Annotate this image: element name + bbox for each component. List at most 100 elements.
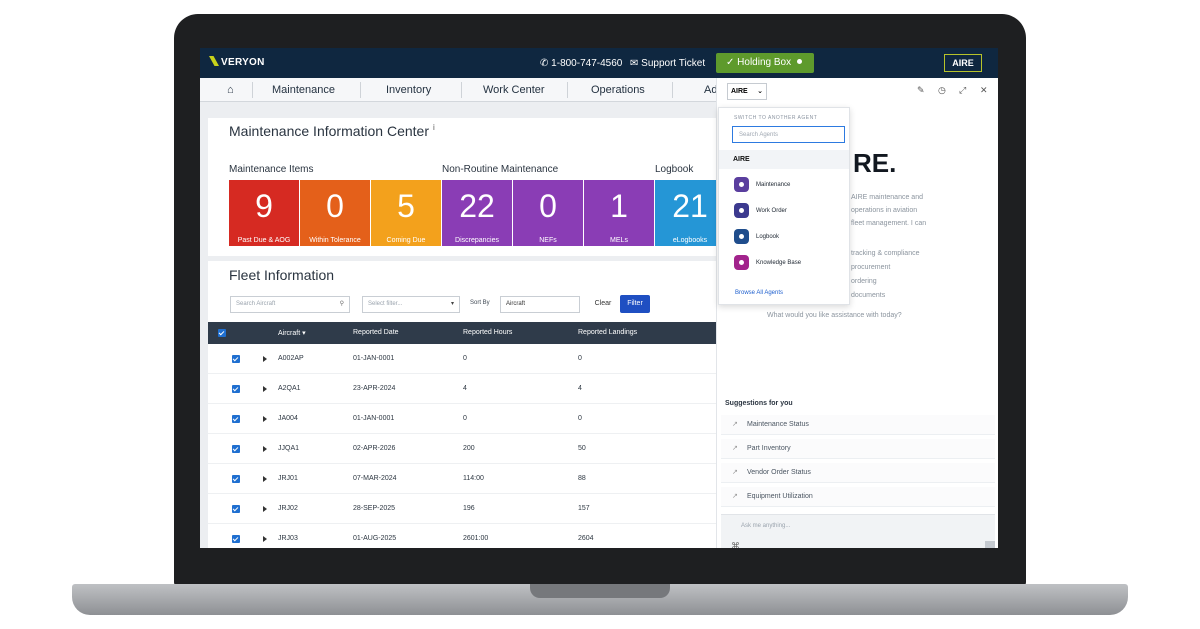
table-row[interactable]: JJQA1 02-APR-2026 200 50 — [208, 434, 720, 464]
agent-item-logbook[interactable]: Logbook — [734, 229, 779, 244]
table-row[interactable]: A002AP 01-JAN-0001 0 0 — [208, 344, 720, 374]
close-icon[interactable]: ✕ — [980, 85, 988, 96]
dropdown-header: SWITCH TO ANOTHER AGENT — [734, 115, 818, 121]
table-row[interactable]: JRJ03 01-AUG-2025 2601:00 2604 — [208, 524, 720, 548]
expand-caret-icon[interactable] — [263, 356, 267, 362]
intro-text: operations in aviation — [851, 207, 918, 214]
row-checkbox[interactable] — [232, 445, 240, 453]
tile-value: 0 — [326, 188, 344, 224]
suggestion-part-inventory[interactable]: Part Inventory — [721, 439, 995, 459]
suggestion-equipment-utilization[interactable]: Equipment Utilization — [721, 487, 995, 507]
expand-caret-icon[interactable] — [263, 476, 267, 482]
column-aircraft[interactable]: Aircraft ▾ — [278, 329, 306, 337]
group-label-logbook: Logbook — [655, 164, 694, 175]
group-label-non-routine: Non-Routine Maintenance — [442, 164, 559, 175]
sort-by-input[interactable]: Aircraft — [500, 296, 580, 313]
row-checkbox[interactable] — [232, 415, 240, 423]
expand-caret-icon[interactable] — [263, 506, 267, 512]
paperclip-icon[interactable]: ⌘ — [731, 541, 740, 548]
nav-divider — [567, 82, 568, 98]
agent-item-knowledge-base[interactable]: Knowledge Base — [734, 255, 801, 270]
cell-date: 01-JAN-0001 — [353, 415, 395, 422]
chat-input[interactable]: Ask me anything... ⌘ — [721, 514, 995, 548]
table-row[interactable]: A2QA1 23-APR-2024 4 4 — [208, 374, 720, 404]
column-reported-date[interactable]: Reported Date — [353, 329, 399, 336]
nav-maintenance[interactable]: Maintenance — [272, 84, 335, 96]
suggestion-maintenance-status[interactable]: Maintenance Status — [721, 415, 995, 435]
nav-inventory[interactable]: Inventory — [386, 84, 431, 96]
phone-number: ✆ 1-800-747-4560 — [540, 58, 623, 69]
row-checkbox[interactable] — [232, 535, 240, 543]
suggestion-vendor-order-status[interactable]: Vendor Order Status — [721, 463, 995, 483]
table-row[interactable]: JRJ01 07-MAR-2024 114:00 88 — [208, 464, 720, 494]
table-row[interactable]: JA004 01-JAN-0001 0 0 — [208, 404, 720, 434]
envelope-icon: ✉ — [630, 58, 639, 69]
tile-value: 21 — [672, 188, 708, 224]
work-order-agent-icon — [734, 203, 749, 218]
tile-label: Coming Due — [386, 237, 426, 244]
home-icon[interactable]: ⌂ — [227, 84, 234, 96]
nav-divider — [360, 82, 361, 98]
current-agent-item[interactable]: AIRE — [719, 150, 849, 169]
select-all-checkbox[interactable] — [218, 329, 226, 337]
cell-date: 28-SEP-2025 — [353, 505, 396, 512]
table-row[interactable]: JRJ02 28-SEP-2025 196 157 — [208, 494, 720, 524]
nav-work-center[interactable]: Work Center — [483, 84, 545, 96]
column-reported-landings[interactable]: Reported Landings — [578, 329, 637, 336]
tile-value: 22 — [459, 188, 495, 224]
filter-select[interactable]: Select filter... ▾ — [362, 296, 460, 313]
row-checkbox[interactable] — [232, 475, 240, 483]
tile-coming-due[interactable]: 5 Coming Due — [371, 180, 441, 246]
maintenance-agent-icon — [734, 177, 749, 192]
history-icon[interactable]: ◷ — [938, 85, 946, 96]
search-agents-input[interactable]: Search Agents — [732, 126, 845, 143]
tile-discrepancies[interactable]: 22 Discrepancies — [442, 180, 512, 246]
info-icon[interactable]: i — [433, 123, 435, 132]
edit-icon[interactable]: ✎ — [917, 85, 925, 96]
expand-caret-icon[interactable] — [263, 386, 267, 392]
tile-past-due[interactable]: 9 Past Due & AOG — [229, 180, 299, 246]
search-aircraft-input[interactable]: Search Aircraft ⚲ — [230, 296, 350, 313]
tile-label: Past Due & AOG — [237, 237, 291, 244]
clear-button[interactable]: Clear — [590, 296, 616, 313]
expand-icon[interactable]: ⤢ — [959, 85, 966, 96]
veryon-logo[interactable]: VERYON — [209, 56, 265, 68]
row-checkbox[interactable] — [232, 355, 240, 363]
capability-text: procurement — [851, 264, 891, 271]
agent-select[interactable]: AIRE ⌄ — [727, 83, 767, 100]
filter-button[interactable]: Filter — [620, 295, 650, 313]
expand-caret-icon[interactable] — [263, 446, 267, 452]
browse-all-agents-link[interactable]: Browse All Agents — [735, 290, 783, 296]
row-checkbox[interactable] — [232, 505, 240, 513]
cell-aircraft: JRJ01 — [278, 475, 298, 482]
tile-elogbooks[interactable]: 21 eLogbooks — [655, 180, 725, 246]
send-icon[interactable] — [985, 541, 995, 548]
cell-date: 23-APR-2024 — [353, 385, 396, 392]
tile-label: MELs — [610, 237, 628, 244]
cell-aircraft: JA004 — [278, 415, 298, 422]
expand-caret-icon[interactable] — [263, 536, 267, 542]
cell-landings: 88 — [578, 475, 586, 482]
column-reported-hours[interactable]: Reported Hours — [463, 329, 512, 336]
row-checkbox[interactable] — [232, 385, 240, 393]
nav-operations[interactable]: Operations — [591, 84, 645, 96]
fleet-information: Fleet Information Search Aircraft ⚲ Selec… — [208, 261, 720, 548]
capability-text: tracking & compliance — [851, 250, 920, 257]
aire-badge-button[interactable]: AIRE — [944, 54, 982, 72]
tile-value: 9 — [255, 188, 273, 224]
holding-box-button[interactable]: ✓ Holding Box — [716, 53, 814, 73]
tile-label: NEFs — [539, 237, 557, 244]
agent-item-work-order[interactable]: Work Order — [734, 203, 787, 218]
maintenance-information-center: Maintenance Information Center i Maintena… — [208, 118, 725, 256]
expand-caret-icon[interactable] — [263, 416, 267, 422]
table-header: Aircraft ▾ Reported Date Reported Hours … — [208, 322, 720, 344]
tile-nefs[interactable]: 0 NEFs — [513, 180, 583, 246]
nav-divider — [461, 82, 462, 98]
agent-item-maintenance[interactable]: Maintenance — [734, 177, 790, 192]
tile-within-tolerance[interactable]: 0 Within Tolerance — [300, 180, 370, 246]
app-screen: VERYON ✆ 1-800-747-4560 ✉ Support Ticket… — [200, 48, 998, 548]
tile-mels[interactable]: 1 MELs — [584, 180, 654, 246]
sort-arrow-icon: ▾ — [302, 330, 306, 337]
support-ticket-link[interactable]: ✉ Support Ticket — [630, 58, 705, 69]
intro-text: AIRE maintenance and — [851, 194, 923, 201]
